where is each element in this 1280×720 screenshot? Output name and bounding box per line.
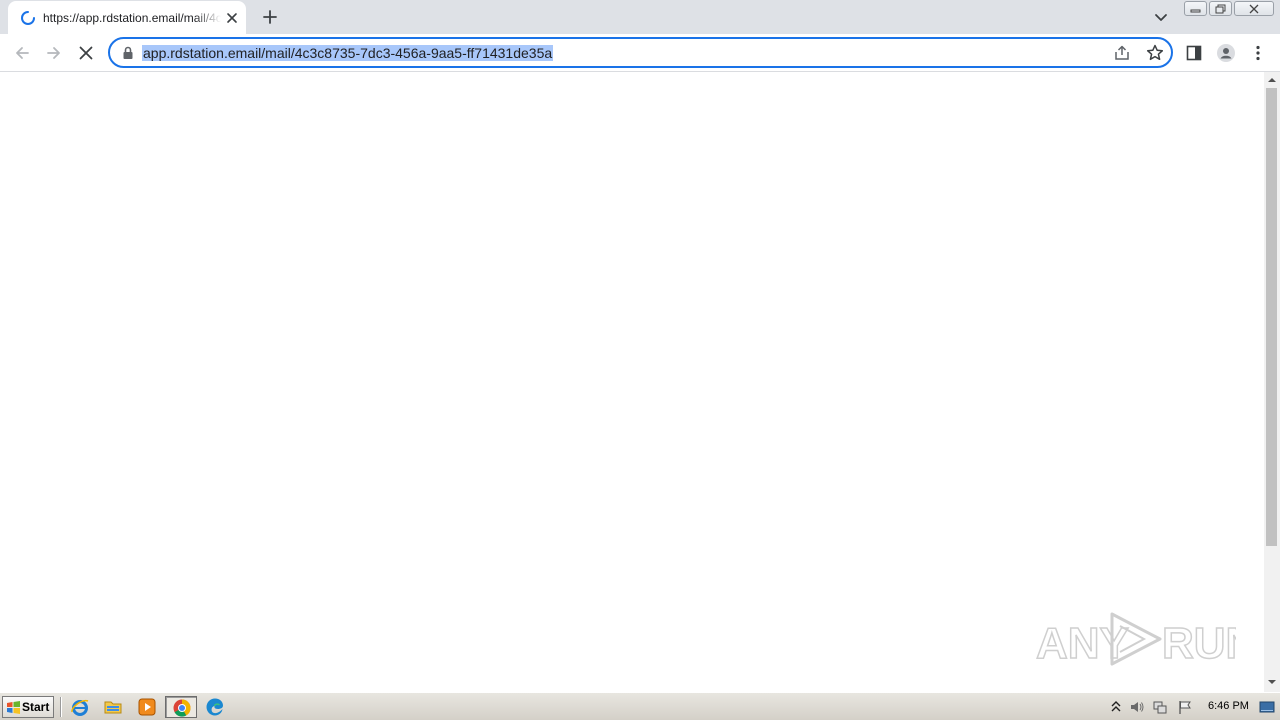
chevron-up-icon[interactable] (1108, 699, 1124, 715)
anyrun-watermark-logo: ANY RUN (1036, 612, 1236, 669)
scrollbar-thumb[interactable] (1266, 88, 1277, 546)
share-icon[interactable] (1112, 43, 1132, 63)
url-text[interactable]: app.rdstation.email/mail/4c3c8735-7dc3-4… (142, 45, 554, 61)
start-label: Start (22, 700, 50, 714)
windows-taskbar: Start 6:46 PM (0, 692, 1280, 720)
star-icon[interactable] (1145, 43, 1165, 63)
flag-icon[interactable] (1177, 699, 1193, 715)
speaker-icon[interactable] (1129, 699, 1145, 715)
media-player-icon[interactable] (137, 697, 157, 717)
watermark-left-text: ANY (1036, 619, 1129, 668)
loading-spinner-icon (21, 11, 35, 25)
address-bar[interactable]: app.rdstation.email/mail/4c3c8735-7dc3-4… (108, 37, 1173, 68)
profile-button[interactable] (1212, 39, 1240, 67)
arrow-left-icon (16, 47, 29, 59)
screen: https://app.rdstation.email/mail/4c3c873… (0, 0, 1280, 720)
chevron-down-icon[interactable] (1151, 7, 1171, 27)
arrow-right-icon (47, 47, 60, 59)
page-content (0, 72, 1264, 692)
restore-icon (1215, 4, 1226, 14)
show-desktop-icon[interactable] (1259, 699, 1275, 715)
back-button[interactable] (8, 39, 36, 67)
tab-title: https://app.rdstation.email/mail/4c3c873… (43, 11, 221, 25)
chrome-icon (173, 699, 191, 717)
window-close-button[interactable] (1234, 1, 1274, 16)
taskbar-chrome-button[interactable] (165, 696, 197, 718)
window-minimize-button[interactable] (1184, 1, 1207, 16)
system-tray: 6:46 PM (1104, 696, 1280, 718)
window-restore-button[interactable] (1209, 1, 1232, 16)
taskbar-separator (60, 697, 62, 717)
forward-button[interactable] (40, 39, 68, 67)
network-icon[interactable] (1152, 699, 1168, 715)
vertical-scrollbar[interactable] (1264, 72, 1280, 692)
edge-icon[interactable] (205, 697, 225, 717)
more-vertical-icon (1256, 45, 1260, 61)
scroll-down-arrow-icon[interactable] (1268, 678, 1276, 686)
stop-loading-button[interactable] (72, 39, 100, 67)
side-panel-button[interactable] (1180, 39, 1208, 67)
person-icon (1217, 44, 1235, 62)
browser-toolbar: app.rdstation.email/mail/4c3c8735-7dc3-4… (0, 34, 1280, 72)
close-icon (1249, 4, 1259, 14)
tab-strip: https://app.rdstation.email/mail/4c3c873… (0, 0, 1280, 34)
watermark-right-text: RUN (1162, 619, 1236, 668)
minimize-icon (1190, 9, 1201, 13)
taskbar-clock[interactable]: 6:46 PM (1208, 700, 1249, 712)
scroll-up-arrow-icon[interactable] (1268, 76, 1276, 84)
side-panel-icon (1186, 45, 1202, 61)
internet-explorer-icon[interactable] (70, 697, 90, 717)
folder-icon[interactable] (103, 697, 123, 717)
windows-flag-icon (7, 701, 20, 714)
menu-button[interactable] (1244, 39, 1272, 67)
close-icon (79, 46, 93, 60)
tab-close-icon[interactable] (224, 10, 240, 26)
start-button[interactable]: Start (2, 696, 54, 718)
browser-tab[interactable]: https://app.rdstation.email/mail/4c3c873… (8, 1, 246, 34)
lock-icon[interactable] (121, 45, 135, 61)
new-tab-plus-icon[interactable] (259, 6, 281, 28)
